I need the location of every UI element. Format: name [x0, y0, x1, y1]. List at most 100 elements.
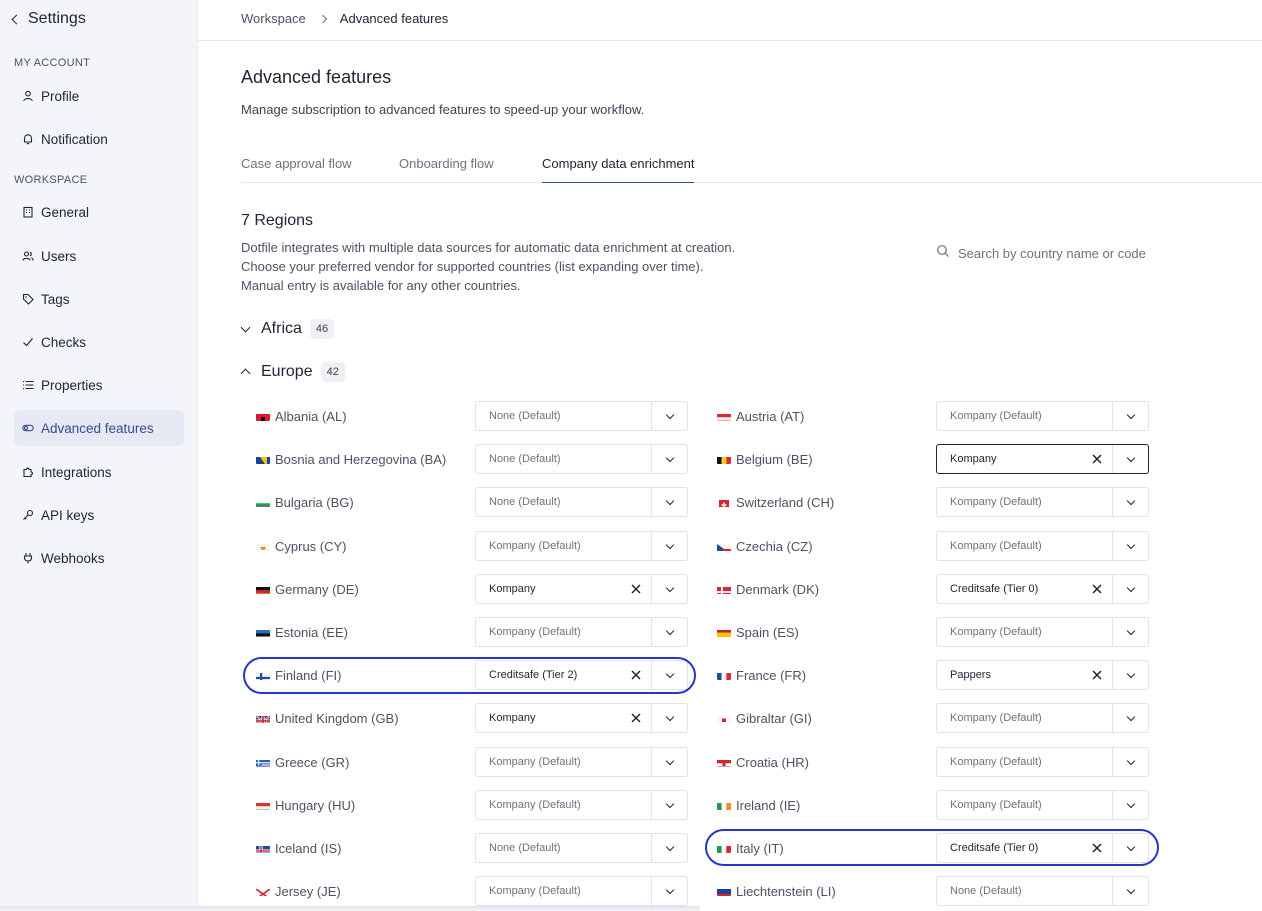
vendor-select-value: None (Default): [950, 885, 1022, 897]
sidebar-item-notification[interactable]: Notification: [14, 121, 184, 157]
sidebar-item-api-keys[interactable]: API keys: [14, 497, 184, 533]
vendor-select[interactable]: Kompany: [475, 574, 688, 604]
vendor-select[interactable]: Kompany (Default): [936, 531, 1149, 561]
sidebar-item-advanced-features[interactable]: Advanced features: [14, 410, 184, 446]
vendor-select[interactable]: None (Default): [475, 401, 688, 431]
chevron-down-icon: [1126, 756, 1135, 765]
clear-icon[interactable]: [1082, 834, 1112, 862]
dropdown-toggle[interactable]: [1112, 791, 1148, 819]
vendor-select[interactable]: Kompany (Default): [475, 790, 688, 820]
tab-onboarding-flow[interactable]: Onboarding flow: [399, 156, 494, 183]
dropdown-toggle[interactable]: [651, 575, 687, 603]
search-icon: [936, 244, 950, 263]
chevron-down-icon: [1126, 496, 1135, 505]
search-input[interactable]: [958, 245, 1163, 261]
sidebar-item-integrations[interactable]: Integrations: [14, 454, 184, 490]
breadcrumb: Workspace Advanced features: [241, 11, 448, 26]
dropdown-toggle[interactable]: [1112, 445, 1148, 473]
vendor-select[interactable]: Kompany: [936, 444, 1149, 474]
dropdown-toggle[interactable]: [1112, 748, 1148, 776]
vendor-select[interactable]: Kompany (Default): [936, 747, 1149, 777]
sidebar-item-checks[interactable]: Checks: [14, 324, 184, 360]
dropdown-toggle[interactable]: [651, 791, 687, 819]
clear-icon[interactable]: [621, 575, 651, 603]
vendor-select-value: Kompany: [489, 583, 536, 595]
vendor-select[interactable]: Kompany (Default): [936, 790, 1149, 820]
chevron-down-icon: [665, 669, 674, 678]
dropdown-toggle[interactable]: [1112, 488, 1148, 516]
dropdown-toggle[interactable]: [651, 661, 687, 689]
flag-icon: [256, 800, 270, 810]
users-icon: [22, 250, 34, 262]
flag-icon: [717, 886, 731, 896]
dropdown-toggle[interactable]: [651, 704, 687, 732]
country-row: Ireland (IE): [717, 790, 800, 820]
vendor-select-value: Kompany (Default): [950, 756, 1042, 768]
group-africa-toggle[interactable]: Africa 46: [240, 319, 335, 339]
vendor-select[interactable]: Kompany (Default): [936, 617, 1149, 647]
dropdown-toggle[interactable]: [651, 834, 687, 862]
group-count-badge: 46: [309, 319, 335, 339]
vendor-select[interactable]: None (Default): [475, 487, 688, 517]
vendor-select[interactable]: Kompany: [475, 703, 688, 733]
dropdown-toggle[interactable]: [1112, 877, 1148, 905]
country-row: Spain (ES): [717, 617, 799, 647]
dropdown-toggle[interactable]: [1112, 532, 1148, 560]
sidebar-item-label: Checks: [41, 334, 87, 350]
clear-icon[interactable]: [1082, 445, 1112, 473]
vendor-select[interactable]: Creditsafe (Tier 0): [936, 574, 1149, 604]
flag-icon: [256, 627, 270, 637]
dropdown-toggle[interactable]: [651, 488, 687, 516]
dropdown-toggle[interactable]: [1112, 704, 1148, 732]
dropdown-toggle[interactable]: [651, 402, 687, 430]
country-row: France (FR): [717, 660, 806, 690]
dropdown-toggle[interactable]: [1112, 834, 1148, 862]
flag-icon: [256, 411, 270, 421]
dropdown-toggle[interactable]: [1112, 402, 1148, 430]
clear-icon[interactable]: [621, 704, 651, 732]
section-workspace: WORKSPACE: [14, 174, 88, 186]
vendor-select[interactable]: Pappers: [936, 660, 1149, 690]
dropdown-toggle[interactable]: [1112, 661, 1148, 689]
country-row: Finland (FI): [256, 660, 341, 690]
dropdown-toggle[interactable]: [651, 445, 687, 473]
sidebar-item-tags[interactable]: Tags: [14, 281, 184, 317]
group-europe-toggle[interactable]: Europe 42: [240, 362, 345, 382]
vendor-select[interactable]: Creditsafe (Tier 2): [475, 660, 688, 690]
dropdown-toggle[interactable]: [651, 532, 687, 560]
vendor-select[interactable]: Kompany (Default): [475, 617, 688, 647]
sidebar-item-general[interactable]: General: [14, 194, 184, 230]
dropdown-toggle[interactable]: [651, 877, 687, 905]
vendor-select[interactable]: Creditsafe (Tier 0): [936, 833, 1149, 863]
tab-company-data-enrichment[interactable]: Company data enrichment: [542, 156, 695, 183]
tab-case-approval-flow[interactable]: Case approval flow: [241, 156, 352, 183]
vendor-select[interactable]: Kompany (Default): [475, 876, 688, 906]
back-to-settings-button[interactable]: Settings: [10, 9, 86, 29]
vendor-select[interactable]: Kompany (Default): [475, 747, 688, 777]
sidebar-item-properties[interactable]: Properties: [14, 367, 184, 403]
dropdown-toggle[interactable]: [1112, 618, 1148, 646]
vendor-select-value: Kompany (Default): [950, 410, 1042, 422]
clear-icon[interactable]: [1082, 575, 1112, 603]
country-name: Belgium (BE): [736, 451, 813, 467]
vendor-select[interactable]: None (Default): [475, 833, 688, 863]
country-name: Iceland (IS): [275, 840, 342, 856]
dropdown-toggle[interactable]: [651, 748, 687, 776]
country-name: Switzerland (CH): [736, 494, 835, 510]
dropdown-toggle[interactable]: [651, 618, 687, 646]
sidebar-item-webhooks[interactable]: Webhooks: [14, 540, 184, 576]
sidebar-item-profile[interactable]: Profile: [14, 78, 184, 114]
dropdown-toggle[interactable]: [1112, 575, 1148, 603]
sidebar-item-users[interactable]: Users: [14, 238, 184, 274]
vendor-select[interactable]: Kompany (Default): [936, 703, 1149, 733]
vendor-select[interactable]: Kompany (Default): [936, 487, 1149, 517]
vendor-select[interactable]: Kompany (Default): [936, 401, 1149, 431]
clear-icon[interactable]: [1082, 661, 1112, 689]
vendor-select[interactable]: None (Default): [936, 876, 1149, 906]
vendor-select[interactable]: None (Default): [475, 444, 688, 474]
clear-icon[interactable]: [621, 661, 651, 689]
vendor-select-value: None (Default): [489, 496, 561, 508]
breadcrumb-workspace-link[interactable]: Workspace: [241, 11, 306, 26]
chevron-down-icon: [665, 496, 674, 505]
vendor-select[interactable]: Kompany (Default): [475, 531, 688, 561]
